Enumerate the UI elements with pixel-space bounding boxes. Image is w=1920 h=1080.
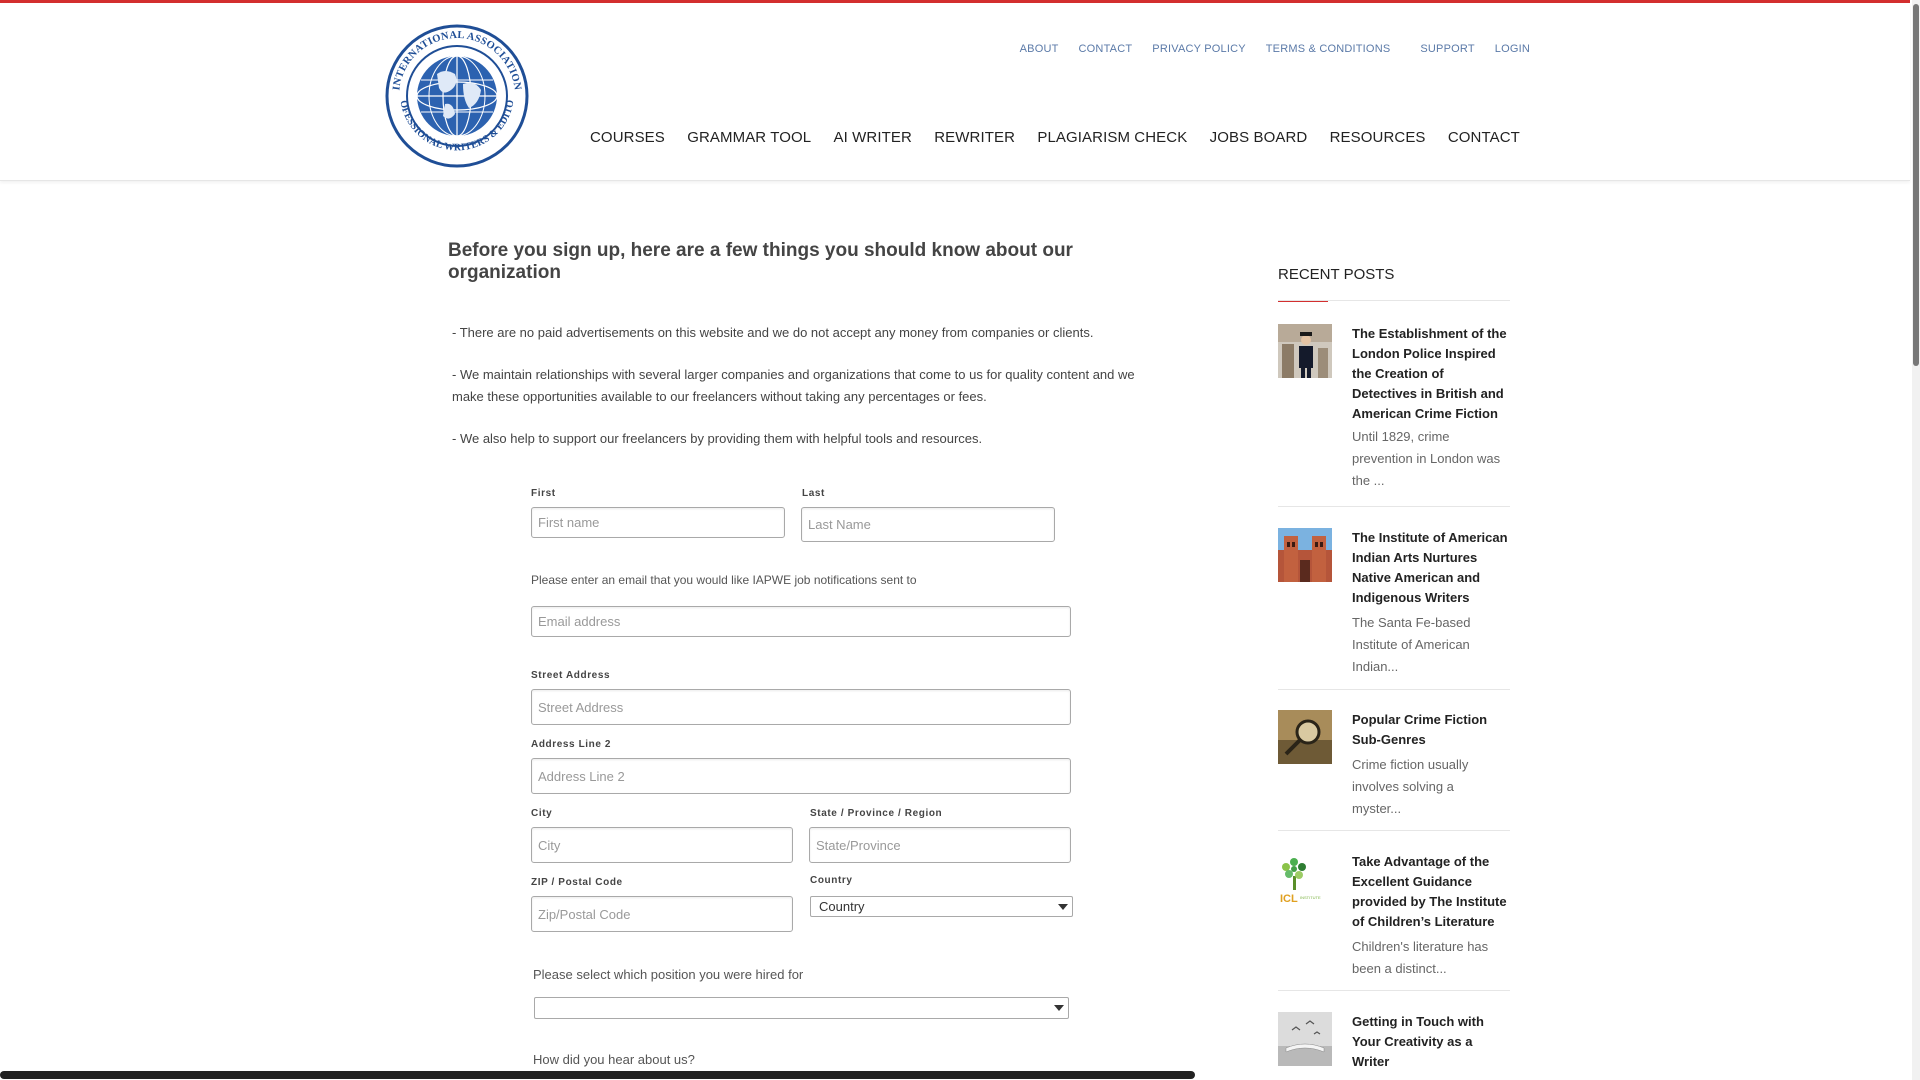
email-input[interactable]: Email address: [531, 606, 1071, 637]
street-address-label: Street Address: [531, 670, 611, 681]
util-nav-contact[interactable]: CONTACT: [1079, 43, 1133, 55]
zip-label: ZIP / Postal Code: [531, 877, 623, 888]
main-nav-jobs-board[interactable]: JOBS BOARD: [1210, 129, 1308, 146]
vertical-scrollbar[interactable]: [1912, 0, 1920, 1080]
main-nav-contact[interactable]: CONTACT: [1448, 129, 1520, 146]
main-nav-rewriter[interactable]: REWRITER: [934, 129, 1015, 146]
scrollbar-thumb[interactable]: [1913, 4, 1919, 366]
post-excerpt: Children's literature has been a distinc…: [1352, 939, 1489, 976]
hear-about-question: How did you hear about us?: [533, 1052, 695, 1067]
util-nav-login[interactable]: LOGIN: [1495, 43, 1530, 55]
state-input[interactable]: State/Province: [809, 827, 1071, 863]
position-select[interactable]: [534, 997, 1069, 1019]
intro-point-2: - We maintain relationships with several…: [452, 367, 1135, 404]
magnifier-photo-thumbnail[interactable]: [1278, 710, 1332, 764]
zip-input[interactable]: Zip/Postal Code: [531, 896, 793, 932]
last-name-label: Last: [802, 488, 825, 499]
address-line-2-label: Address Line 2: [531, 739, 612, 750]
divider: [1278, 506, 1510, 507]
post-title-link[interactable]: The Establishment of the London Police I…: [1352, 324, 1512, 424]
chevron-down-icon: [1058, 904, 1068, 910]
main-nav-courses[interactable]: COURSES: [590, 129, 665, 146]
position-question: Please select which position you were hi…: [533, 967, 804, 982]
city-label: City: [531, 808, 553, 819]
post-excerpt: The Santa Fe-based Institute of American…: [1352, 615, 1471, 674]
country-select[interactable]: Country: [810, 896, 1073, 917]
post-title-link[interactable]: Take Advantage of the Excellent Guidance…: [1352, 852, 1512, 932]
util-nav-terms[interactable]: TERMS & CONDITIONS: [1266, 43, 1391, 55]
address-line-2-input[interactable]: Address Line 2: [531, 758, 1071, 794]
book-birds-photo-thumbnail[interactable]: [1278, 1012, 1332, 1066]
state-label: State / Province / Region: [810, 808, 943, 819]
divider: [1278, 830, 1510, 831]
icl-tree-logo-thumbnail[interactable]: ICL INSTITUTE: [1278, 852, 1332, 906]
horizontal-scrollbar[interactable]: [0, 1071, 1195, 1079]
country-label: Country: [810, 875, 853, 886]
divider: [1278, 300, 1510, 301]
first-name-label: First: [531, 488, 556, 499]
chevron-down-icon: [1054, 1005, 1064, 1011]
iapwe-logo[interactable]: INTERNATIONAL ASSOCIATION PROFESSIONAL W…: [385, 24, 529, 168]
post-title-link[interactable]: Getting in Touch with Your Creativity as…: [1352, 1012, 1512, 1072]
intro-title: Before you sign up, here are a few thing…: [448, 240, 1073, 283]
intro-point-3: - We also help to support our freelancer…: [452, 431, 983, 446]
first-name-input[interactable]: First name: [531, 507, 785, 538]
intro-point-1: - There are no paid advertisements on th…: [452, 325, 1094, 340]
city-input[interactable]: City: [531, 827, 793, 863]
main-nav: COURSES GRAMMAR TOOL AI WRITER REWRITER …: [590, 129, 1520, 146]
post-excerpt: Until 1829, crime prevention in London w…: [1352, 429, 1501, 488]
main-nav-ai-writer[interactable]: AI WRITER: [834, 129, 912, 146]
util-nav-support[interactable]: SUPPORT: [1420, 43, 1474, 55]
site-header: INTERNATIONAL ASSOCIATION PROFESSIONAL W…: [0, 3, 1910, 181]
recent-posts-title: RECENT POSTS: [1278, 266, 1395, 283]
last-name-input[interactable]: Last Name: [801, 507, 1055, 542]
intro-section: Before you sign up, here are a few thing…: [448, 240, 1168, 470]
policeman-photo-thumbnail[interactable]: [1278, 324, 1332, 378]
email-note: Please enter an email that you would lik…: [531, 573, 917, 587]
post-excerpt: Crime fiction usually involves solving a…: [1352, 757, 1469, 816]
svg-text:INSTITUTE: INSTITUTE: [1300, 895, 1321, 900]
post-title-link[interactable]: Popular Crime Fiction Sub-Genres: [1352, 710, 1512, 750]
post-title-link[interactable]: The Institute of American Indian Arts Nu…: [1352, 528, 1512, 608]
main-nav-plagiarism-check[interactable]: PLAGIARISM CHECK: [1037, 129, 1187, 146]
street-address-input[interactable]: Street Address: [531, 689, 1071, 725]
recent-posts-sidebar: RECENT POSTS The Establishment of the Lo…: [1278, 266, 1510, 1069]
util-nav-privacy-policy[interactable]: PRIVACY POLICY: [1152, 43, 1245, 55]
utility-nav: ABOUT CONTACT PRIVACY POLICY TERMS & CON…: [1000, 43, 1530, 55]
divider: [1278, 689, 1510, 690]
divider: [1278, 990, 1510, 991]
main-nav-grammar-tool[interactable]: GRAMMAR TOOL: [687, 129, 811, 146]
building-photo-thumbnail[interactable]: [1278, 528, 1332, 582]
svg-text:ICL: ICL: [1280, 893, 1298, 905]
country-select-value: Country: [819, 899, 865, 914]
util-nav-about[interactable]: ABOUT: [1020, 43, 1059, 55]
main-nav-resources[interactable]: RESOURCES: [1330, 129, 1426, 146]
